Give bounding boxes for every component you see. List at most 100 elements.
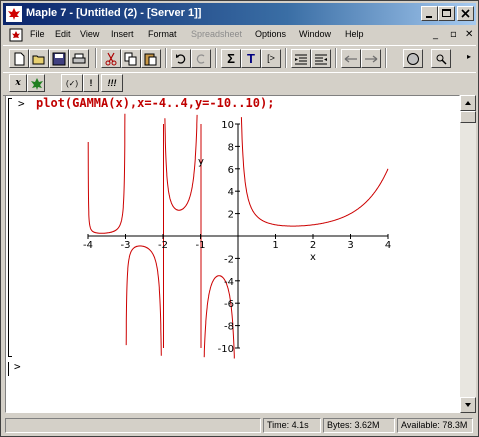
open-button[interactable] bbox=[29, 49, 49, 68]
menu-help[interactable]: Help bbox=[345, 29, 364, 39]
insert-prompt-button[interactable]: [> bbox=[261, 49, 281, 68]
arrow-down-icon bbox=[465, 403, 471, 407]
undo-button[interactable] bbox=[171, 49, 191, 68]
title-bar[interactable]: Maple 7 - [Untitled (2) - [Server 1]] bbox=[3, 3, 476, 25]
gamma-plot[interactable]: -4 -3 -2 -1 1 2 3 4 -10 -8 -6 -4 -2 2 4 6 8 10 x y bbox=[82, 113, 402, 359]
menu-window[interactable]: Window bbox=[299, 29, 331, 39]
execute-expression-button[interactable]: (✓) bbox=[61, 74, 83, 92]
paste-button[interactable] bbox=[141, 49, 161, 68]
status-available: Available: 78.3M bbox=[397, 418, 473, 433]
magnifier-icon bbox=[436, 54, 447, 65]
copy-icon bbox=[124, 52, 137, 66]
copy-button[interactable] bbox=[121, 49, 141, 68]
maple-leaf-button[interactable] bbox=[27, 74, 45, 92]
input-prompt: > bbox=[18, 97, 25, 110]
execute-button[interactable]: ! bbox=[83, 74, 99, 92]
x-tick-label: -1 bbox=[196, 240, 206, 251]
math-input-button[interactable]: x bbox=[9, 74, 27, 92]
cut-button[interactable] bbox=[101, 49, 121, 68]
new-button[interactable] bbox=[9, 49, 29, 68]
menu-file[interactable]: File bbox=[30, 29, 45, 39]
vertical-scrollbar[interactable] bbox=[460, 95, 476, 413]
mdi-restore-icon[interactable]: ▫ bbox=[450, 29, 457, 40]
y-tick-label: 6 bbox=[228, 165, 234, 176]
bracket-bottom bbox=[8, 356, 12, 357]
outdent-button[interactable] bbox=[291, 49, 311, 68]
maple-window: Maple 7 - [Untitled (2) - [Server 1]] Fi… bbox=[0, 0, 479, 437]
y-tick-label: -2 bbox=[224, 254, 234, 265]
execute-all-button[interactable]: !!! bbox=[101, 74, 123, 92]
menu-edit[interactable]: Edit bbox=[55, 29, 71, 39]
empty-group-bracket bbox=[8, 362, 9, 376]
bracket-top bbox=[8, 98, 12, 99]
main-toolbar: Σ T [> ▸ bbox=[3, 45, 476, 73]
scroll-up-button[interactable] bbox=[460, 95, 476, 111]
menu-view[interactable]: View bbox=[80, 29, 99, 39]
scroll-thumb[interactable] bbox=[460, 111, 476, 123]
maximize-button[interactable] bbox=[438, 6, 455, 21]
mdi-close-icon[interactable]: ✕ bbox=[465, 29, 473, 40]
gamma-curve-branch-3 bbox=[164, 114, 198, 211]
maximize-icon bbox=[442, 9, 451, 17]
scroll-down-button[interactable] bbox=[460, 397, 476, 413]
x-tick-label: -4 bbox=[83, 240, 93, 251]
menu-options[interactable]: Options bbox=[255, 29, 286, 39]
x-tick-label: -2 bbox=[158, 240, 168, 251]
printer-icon bbox=[72, 53, 86, 64]
sigma-button[interactable]: Σ bbox=[221, 49, 241, 68]
undo-icon bbox=[176, 54, 186, 64]
menu-format[interactable]: Format bbox=[148, 29, 177, 39]
status-message bbox=[5, 418, 261, 433]
paste-clipboard-icon bbox=[144, 53, 157, 66]
maple-command[interactable]: plot(GAMMA(x),x=-4..4,y=-10..10); bbox=[36, 96, 274, 110]
arrow-up-icon bbox=[465, 101, 471, 105]
redo-button[interactable] bbox=[191, 49, 211, 68]
close-icon bbox=[461, 9, 470, 18]
minimize-button[interactable] bbox=[421, 6, 438, 21]
y-tick-label: 10 bbox=[221, 120, 234, 131]
window-title: Maple 7 - [Untitled (2) - [Server 1]] bbox=[26, 7, 202, 19]
empty-prompt[interactable]: > bbox=[14, 360, 21, 373]
menu-bar: File Edit View Insert Format Spreadsheet… bbox=[3, 26, 476, 44]
forward-button[interactable] bbox=[361, 49, 381, 68]
indent-icon bbox=[315, 54, 327, 65]
context-toolbar: x (✓) ! !!! bbox=[3, 72, 476, 96]
save-button[interactable] bbox=[49, 49, 69, 68]
outdent-icon bbox=[295, 54, 307, 65]
x-tick-label: 3 bbox=[347, 240, 353, 251]
y-tick-label: 2 bbox=[228, 210, 234, 221]
maple-leaf-icon bbox=[6, 6, 22, 22]
zoom-button[interactable] bbox=[431, 49, 451, 68]
status-time: Time: 4.1s bbox=[263, 418, 321, 433]
redo-icon bbox=[196, 54, 205, 64]
arrow-right-icon bbox=[365, 55, 378, 63]
toolbar-separator bbox=[95, 48, 97, 68]
y-axis-label: y bbox=[198, 156, 204, 167]
menu-insert[interactable]: Insert bbox=[111, 29, 134, 39]
text-mode-button[interactable]: T bbox=[241, 49, 261, 68]
mdi-minimize-icon[interactable]: _ bbox=[433, 29, 438, 40]
toolbar-separator bbox=[335, 48, 337, 68]
execution-group-bracket bbox=[8, 98, 9, 356]
new-document-icon bbox=[14, 52, 25, 66]
document-icon[interactable] bbox=[9, 28, 23, 42]
x-tick-label: 2 bbox=[310, 240, 316, 251]
print-button[interactable] bbox=[69, 49, 89, 68]
y-tick-label: -8 bbox=[224, 322, 234, 333]
status-bytes: Bytes: 3.62M bbox=[323, 418, 395, 433]
stop-button[interactable] bbox=[403, 49, 423, 68]
worksheet-area[interactable]: > plot(GAMMA(x),x=-4..4,y=-10..10); -4 -3… bbox=[5, 95, 460, 413]
gamma-curve-branch-1 bbox=[87, 113, 126, 234]
stop-octagon-icon bbox=[407, 53, 419, 65]
arrow-left-icon bbox=[344, 55, 357, 63]
menu-spreadsheet: Spreadsheet bbox=[191, 29, 243, 39]
indent-button[interactable] bbox=[311, 49, 331, 68]
toolbar-separator bbox=[215, 48, 217, 68]
y-tick-label: 8 bbox=[228, 142, 234, 153]
open-folder-icon bbox=[32, 55, 45, 65]
gamma-curve-branch-2 bbox=[125, 245, 162, 356]
back-button[interactable] bbox=[341, 49, 361, 68]
minimize-icon bbox=[426, 16, 432, 18]
toolbar-overflow-icon[interactable]: ▸ bbox=[467, 52, 471, 61]
close-button[interactable] bbox=[457, 6, 474, 21]
